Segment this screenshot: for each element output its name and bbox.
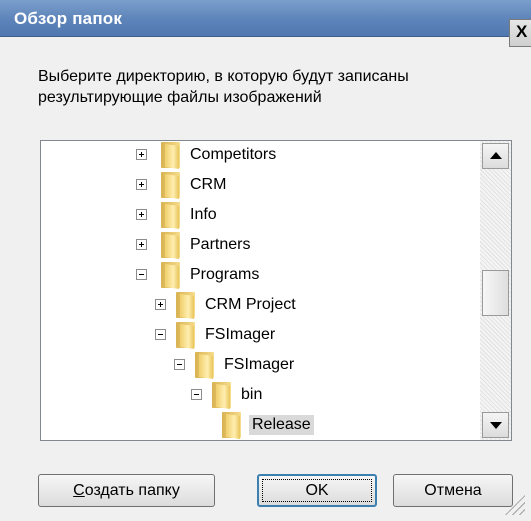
folder-icon	[176, 322, 195, 349]
folder-icon	[212, 382, 231, 409]
folder-icon	[195, 352, 214, 379]
tree-item-label: CRM	[190, 176, 227, 193]
tree-item-label: CRM Project	[205, 296, 296, 313]
folder-icon	[176, 292, 195, 319]
folder-icon	[161, 142, 180, 169]
tree-item-label: FSImager	[224, 356, 295, 373]
arrow-down-icon	[490, 422, 502, 429]
folder-icon	[161, 172, 180, 199]
close-button[interactable]: X	[509, 19, 531, 47]
scroll-up-button[interactable]	[482, 143, 509, 169]
tree-item-label: bin	[241, 386, 263, 403]
tree-item-label: Info	[190, 206, 217, 223]
expand-plus-icon[interactable]	[136, 179, 147, 190]
arrow-up-icon	[490, 152, 502, 159]
scroll-down-button[interactable]	[482, 412, 509, 438]
cancel-button-label: Отмена	[424, 482, 482, 499]
cancel-button[interactable]: Отмена	[393, 474, 513, 507]
title-bar[interactable]: Обзор папок X	[0, 0, 531, 47]
new-folder-label: оздать папку	[84, 482, 180, 499]
tree-item-label-selected: Release	[249, 415, 314, 435]
instruction-text: Выберите директорию, в которую будут зап…	[38, 68, 409, 106]
vertical-scrollbar[interactable]	[480, 141, 511, 440]
collapse-minus-icon[interactable]	[174, 359, 185, 370]
new-folder-button[interactable]: Создать папку	[38, 474, 215, 507]
collapse-minus-icon[interactable]	[191, 389, 202, 400]
expand-plus-icon[interactable]	[136, 239, 147, 250]
tree-item-label: Partners	[190, 236, 251, 253]
folder-tree[interactable]: Competitors CRM Info Partners Programs C…	[40, 140, 512, 441]
collapse-minus-icon[interactable]	[136, 269, 147, 280]
folder-icon	[161, 262, 180, 289]
browse-folders-dialog: Обзор папок X Выберите директорию, в кот…	[0, 0, 531, 521]
dialog-title: Обзор папок	[14, 9, 123, 28]
expand-plus-icon[interactable]	[136, 209, 147, 220]
scroll-thumb[interactable]	[482, 270, 509, 316]
tree-item-label: Competitors	[190, 146, 277, 163]
expand-plus-icon[interactable]	[155, 299, 166, 310]
close-icon: X	[516, 22, 528, 41]
tree-item-label: FSImager	[205, 326, 276, 343]
new-folder-mnemonic: С	[73, 482, 85, 499]
folder-icon	[161, 232, 180, 259]
expand-plus-icon[interactable]	[136, 149, 147, 160]
focus-rectangle	[262, 479, 372, 502]
folder-icon	[161, 202, 180, 229]
tree-item-label: Programs	[190, 266, 260, 283]
collapse-minus-icon[interactable]	[155, 329, 166, 340]
folder-icon	[222, 412, 241, 439]
ok-button[interactable]: OK	[257, 474, 377, 507]
